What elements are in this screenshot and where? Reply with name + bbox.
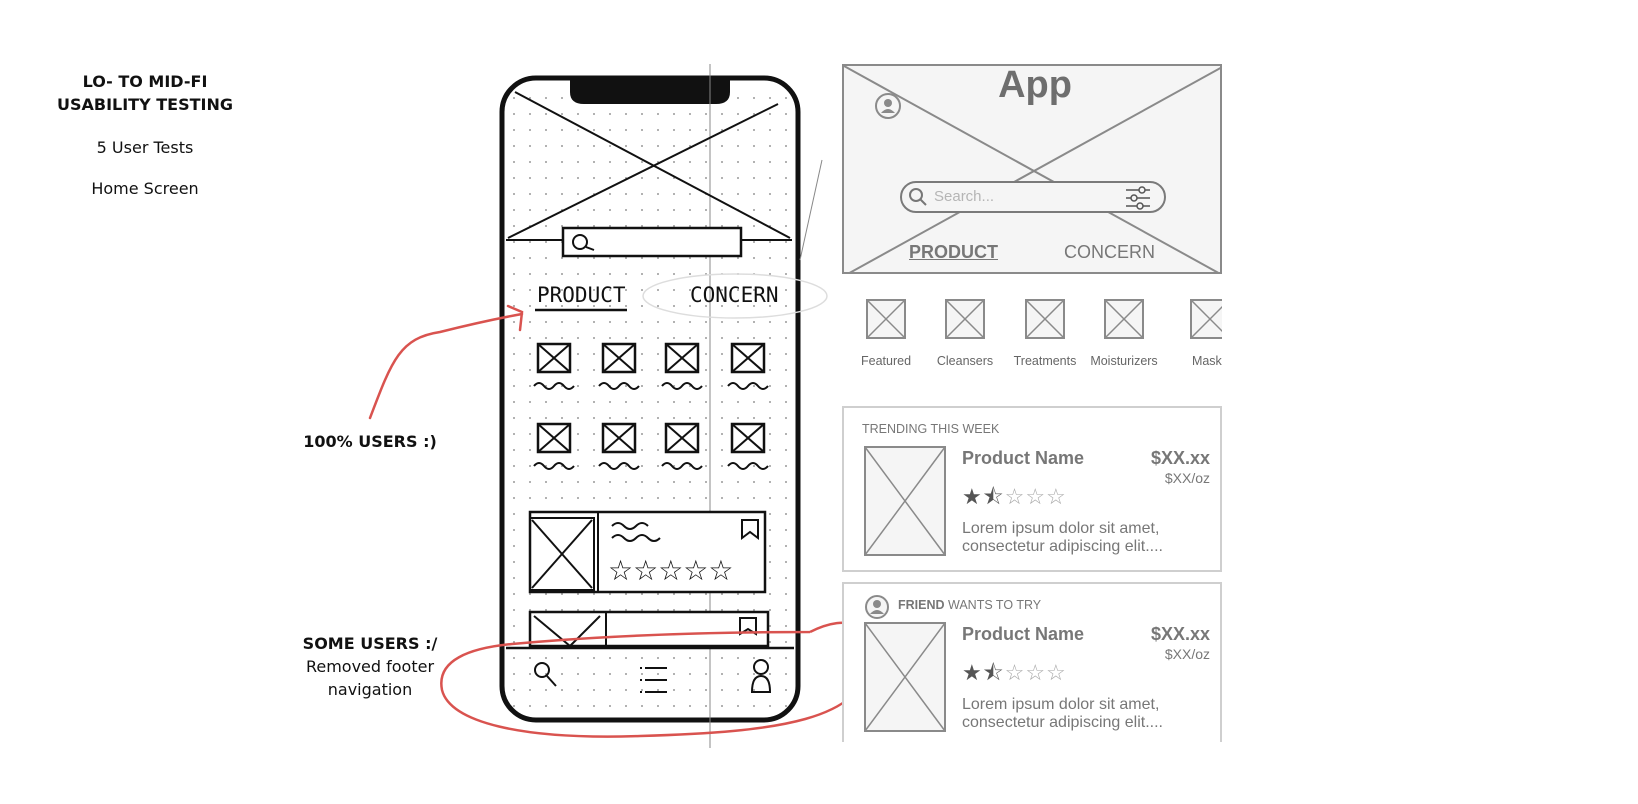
wf-card2-section-rest: WANTS TO TRY	[948, 598, 1042, 612]
wf-category-featured[interactable]: Featured	[842, 354, 931, 368]
wf-card1-price: $XX.xx	[1150, 448, 1210, 468]
wf-card1-desc-line1: Lorem ipsum dolor sit amet,	[962, 520, 1160, 537]
wf-category-thumb-treatments	[1025, 299, 1065, 339]
wf-card2-description: Lorem ipsum dolor sit amet, consectetur …	[962, 696, 1163, 732]
wf-category-row: Featured Cleansers Treatments Moisturize…	[842, 294, 1222, 374]
wf-product-card-trending[interactable]: TRENDING THIS WEEK Product Name $XX.xx $…	[842, 406, 1222, 572]
wf-tab-product[interactable]: PRODUCT	[909, 242, 998, 263]
wf-category-thumbs	[866, 299, 1222, 339]
wf-card2-rating: ★⯪☆☆☆	[962, 656, 1067, 694]
wf-search-placeholder: Search...	[934, 188, 995, 205]
star-icon: ☆	[1046, 660, 1067, 685]
wf-product-card-friend[interactable]: FRIEND WANTS TO TRY Product Name $XX.xx …	[842, 582, 1222, 742]
wf-category-thumb-moisturizers	[1104, 299, 1144, 339]
star-icon: ★	[962, 484, 983, 509]
star-icon: ☆	[1004, 484, 1026, 509]
star-icon: ☆	[1025, 484, 1047, 509]
wf-card1-image	[864, 446, 946, 556]
annotation-arrow	[368, 304, 524, 420]
wf-card2-unit-price: $XX/oz	[1164, 646, 1210, 662]
sketch-search-bar	[561, 226, 743, 258]
wf-card1-description: Lorem ipsum dolor sit amet, consectetur …	[962, 520, 1163, 556]
wf-tab-concern[interactable]: CONCERN	[1064, 242, 1155, 263]
star-icon: ⯪	[982, 484, 1005, 509]
wf-card2-section: FRIEND WANTS TO TRY	[898, 598, 1041, 612]
wf-card2-price: $XX.xx	[1150, 624, 1210, 644]
wf-category-cleansers[interactable]: Cleansers	[920, 354, 1010, 368]
wf-filter-icon[interactable]	[1124, 186, 1152, 210]
wf-category-treatments[interactable]: Treatments	[1000, 354, 1090, 368]
wf-category-masks[interactable]: Masks	[1165, 354, 1222, 368]
wf-card1-section: TRENDING THIS WEEK	[862, 422, 1000, 436]
wf-card1-desc-line2: consectetur adipiscing elit....	[962, 538, 1163, 555]
wf-card2-image	[864, 622, 946, 732]
star-icon: ☆	[1046, 484, 1067, 509]
wf-category-thumb-masks	[1190, 299, 1222, 339]
wf-friend-avatar-icon	[865, 595, 889, 619]
star-icon: ⯪	[982, 660, 1005, 685]
sketch-tab-product: PRODUCT	[537, 283, 626, 307]
star-icon: ☆	[1004, 660, 1026, 685]
wf-category-thumb-cleansers	[945, 299, 985, 339]
star-icon: ★	[962, 660, 983, 685]
star-icon: ☆	[1025, 660, 1047, 685]
guide-line-diag	[799, 159, 823, 261]
svg-text:☆☆☆☆☆: ☆☆☆☆☆	[608, 554, 734, 587]
wf-search-icon	[909, 188, 927, 206]
wf-card2-friend-label: FRIEND	[898, 598, 945, 612]
phone-notch	[570, 78, 730, 104]
wf-profile-icon[interactable]	[874, 92, 902, 120]
wf-category-moisturizers[interactable]: Moisturizers	[1079, 354, 1169, 368]
wf-card2-desc-line1: Lorem ipsum dolor sit amet,	[962, 696, 1160, 713]
wf-card1-unit-price: $XX/oz	[1164, 470, 1210, 486]
wf-card2-product-name: Product Name	[962, 624, 1085, 644]
sketch-layer: PRODUCT CONCERN ☆☆☆☆☆	[368, 64, 872, 748]
wf-card2-desc-line2: consectetur adipiscing elit....	[962, 714, 1163, 731]
wf-card1-product-name: Product Name	[962, 448, 1085, 468]
wf-category-thumb-featured	[866, 299, 906, 339]
sketch-product-card: ☆☆☆☆☆	[528, 510, 767, 594]
sketch-tab-concern: CONCERN	[690, 283, 779, 307]
wf-app-title: App	[998, 64, 1072, 106]
wf-card1-rating: ★⯪☆☆☆	[962, 480, 1067, 518]
